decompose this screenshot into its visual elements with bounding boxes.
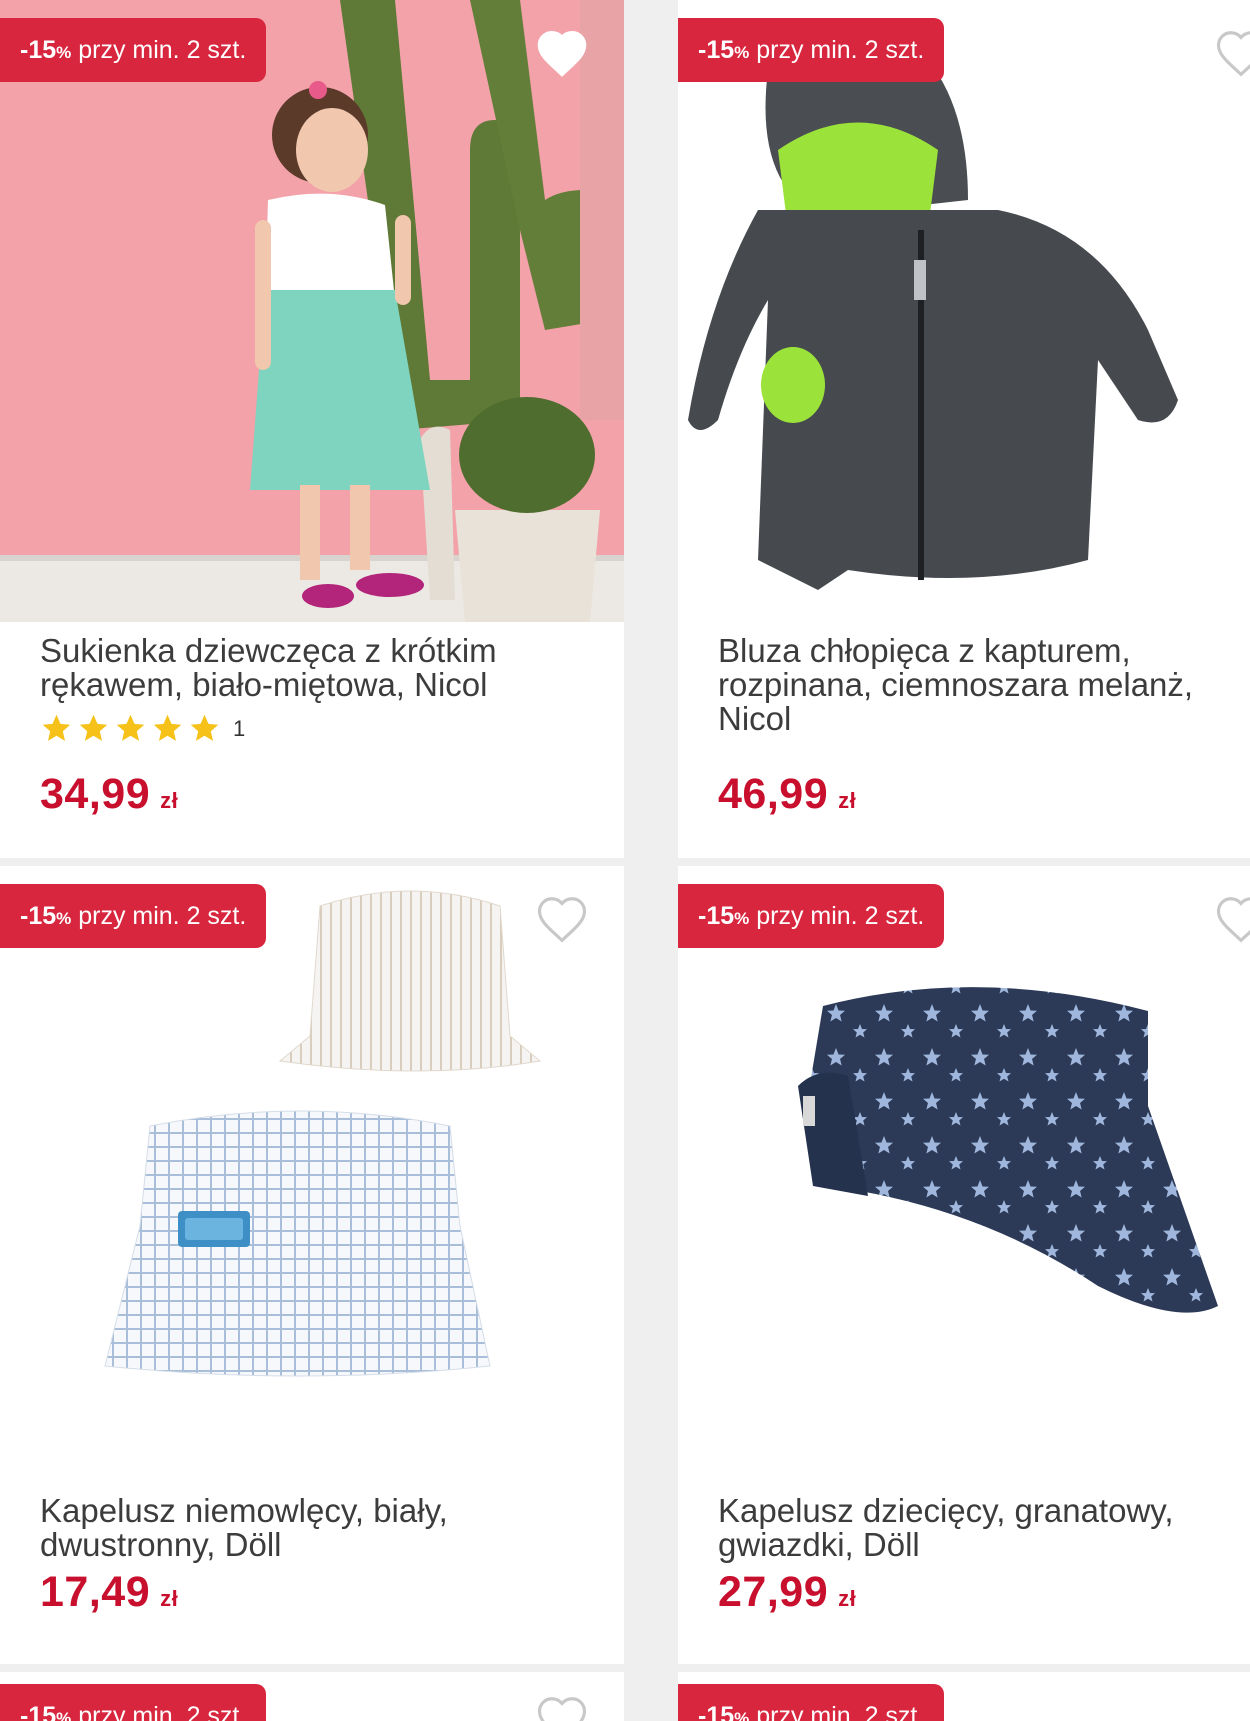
product-rating: 1 <box>40 712 245 745</box>
product-card[interactable]: -15% przy min. 2 szt. Sukienka dziewczęc… <box>0 0 624 858</box>
discount-badge: -15% przy min. 2 szt. <box>678 884 945 948</box>
discount-badge: -15% przy min. 2 szt. <box>0 884 267 948</box>
product-title[interactable]: Kapelusz niemowlęcy, biały, dwustronny, … <box>40 1494 560 1562</box>
heart-outline-icon[interactable] <box>1214 894 1250 944</box>
price-currency: zł <box>838 788 857 813</box>
discount-condition: przy min. 2 szt. <box>78 902 247 930</box>
product-title[interactable]: Bluza chłopięca z kapturem, rozpinana, c… <box>718 634 1218 736</box>
discount-percent: -15% <box>698 36 750 64</box>
product-image[interactable] <box>0 866 624 1436</box>
product-card[interactable]: -15% przy min. 2 szt. Kapelusz niemowlęc… <box>0 866 624 1664</box>
product-price: 27,99 zł <box>718 1568 856 1617</box>
discount-badge: -15% przy min. 2 szt. <box>678 1684 945 1721</box>
discount-badge: -15% przy min. 2 szt. <box>678 18 945 82</box>
navy-star-hat-photo <box>798 987 1218 1313</box>
price-value: 27,99 <box>718 1568 829 1616</box>
rating-count: 1 <box>233 715 246 741</box>
discount-condition: przy min. 2 szt. <box>78 36 247 64</box>
price-currency: zł <box>838 1586 857 1611</box>
star-icon <box>116 714 145 741</box>
white-bucket-hat-photo <box>104 890 542 1377</box>
discount-percent: -15% <box>20 1702 72 1721</box>
product-card[interactable]: -15% przy min. 2 szt. Bluza chłopięca z … <box>678 0 1250 858</box>
product-image[interactable] <box>0 0 624 622</box>
product-card[interactable]: -15% przy min. 2 szt. Kapelusz dziecięcy… <box>678 866 1250 1664</box>
discount-percent: -15% <box>698 902 750 930</box>
discount-percent: -15% <box>20 36 72 64</box>
girl-dress-photo <box>0 0 624 622</box>
discount-condition: przy min. 2 szt. <box>756 902 925 930</box>
discount-condition: przy min. 2 szt. <box>756 1702 925 1721</box>
product-price: 17,49 zł <box>40 1568 178 1617</box>
discount-badge: -15% przy min. 2 szt. <box>0 1684 267 1721</box>
star-icon <box>190 714 219 741</box>
price-value: 17,49 <box>40 1568 151 1616</box>
price-currency: zł <box>160 788 179 813</box>
product-title[interactable]: Sukienka dziewczęca z krótkim rękawem, b… <box>40 634 560 702</box>
product-image[interactable] <box>678 0 1250 622</box>
heart-outline-icon[interactable] <box>535 28 589 78</box>
product-price: 34,99 zł <box>40 770 178 819</box>
heart-outline-icon[interactable] <box>1214 28 1250 78</box>
product-price: 46,99 zł <box>718 770 856 819</box>
product-image[interactable] <box>678 866 1250 1436</box>
discount-condition: przy min. 2 szt. <box>756 36 925 64</box>
product-card[interactable]: -15% przy min. 2 szt. <box>0 1672 624 1721</box>
product-title[interactable]: Kapelusz dziecięcy, granatowy, gwiazdki,… <box>718 1494 1218 1562</box>
price-value: 46,99 <box>718 770 829 818</box>
discount-percent: -15% <box>20 902 72 930</box>
discount-condition: przy min. 2 szt. <box>78 1702 247 1721</box>
price-value: 34,99 <box>40 770 151 818</box>
discount-percent: -15% <box>698 1702 750 1721</box>
discount-badge: -15% przy min. 2 szt. <box>0 18 267 82</box>
star-icon <box>79 714 108 741</box>
heart-outline-icon[interactable] <box>535 1694 589 1721</box>
price-currency: zł <box>160 1586 179 1611</box>
product-card[interactable]: -15% przy min. 2 szt. <box>678 1672 1250 1721</box>
heart-outline-icon[interactable] <box>535 894 589 944</box>
star-icon <box>42 714 71 741</box>
hoodie-photo <box>688 47 1178 590</box>
star-icon <box>153 714 182 741</box>
